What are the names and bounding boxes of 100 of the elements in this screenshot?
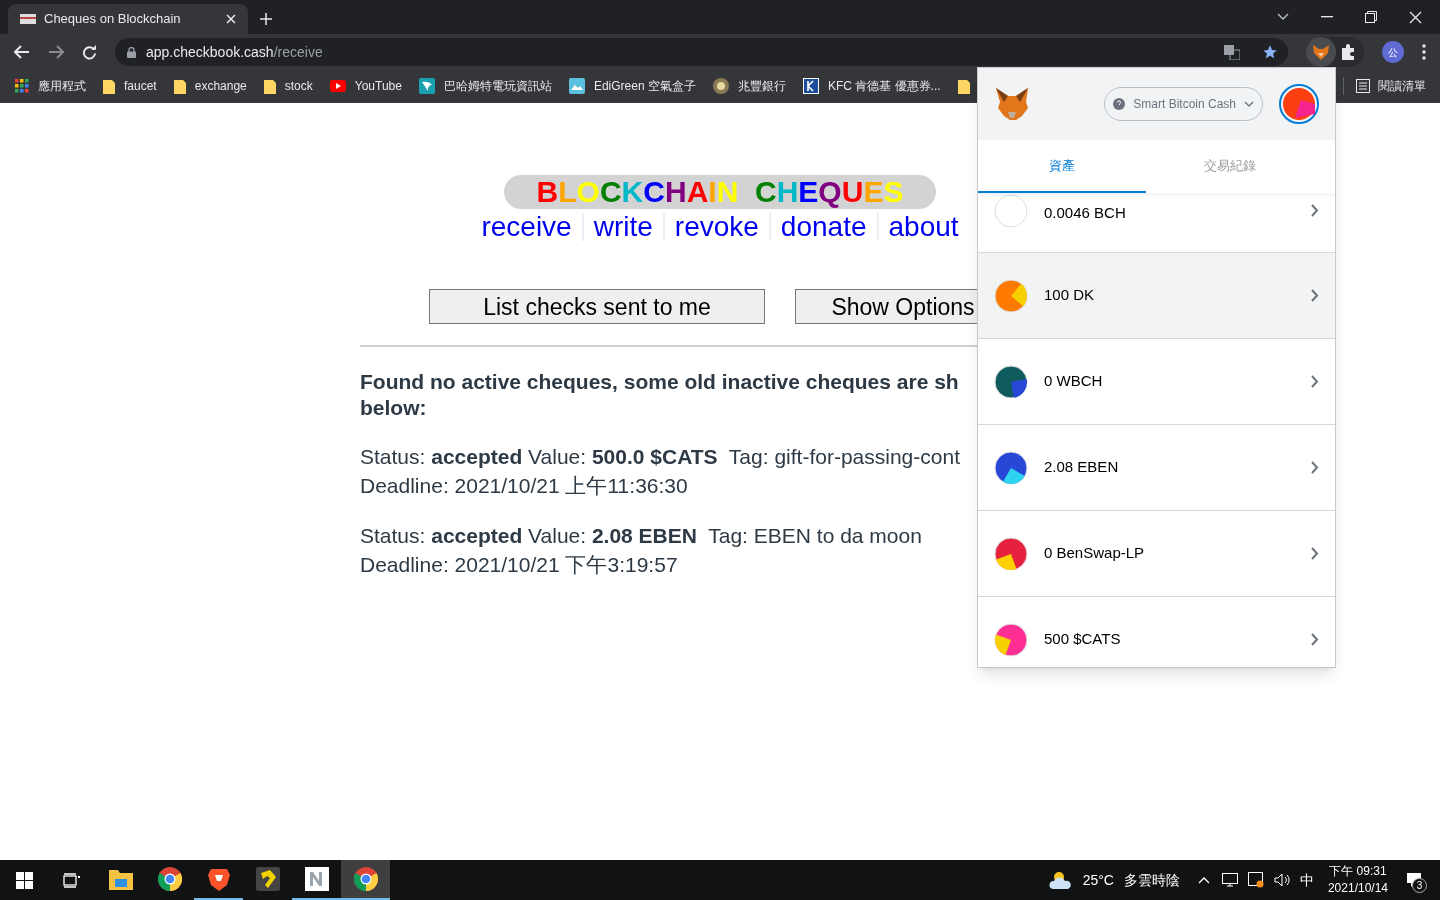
fox-logo-icon — [994, 87, 1030, 121]
nav-link[interactable]: write — [593, 210, 653, 244]
chevron-down-icon — [1244, 101, 1254, 107]
bookmark-item[interactable]: 兆豐銀行 — [712, 77, 786, 95]
cheque-entry: Status: accepted Value: 500.0 $CATS Tag: gift-for-passing-cont Deadline: 2021/10/21 上午11:36:30 — [360, 444, 960, 499]
nav-link[interactable]: revoke — [674, 210, 759, 244]
lock-icon — [127, 46, 136, 58]
extension-button[interactable] — [1306, 37, 1336, 67]
token-icon — [994, 364, 1028, 399]
token-icon — [994, 194, 1028, 228]
browser-tab[interactable]: Cheques on Blockchain — [8, 4, 248, 34]
chevron-down-icon[interactable] — [1277, 13, 1289, 21]
browser-icon — [353, 867, 378, 891]
asset-row[interactable]: 100 DK — [978, 253, 1335, 339]
close-icon[interactable] — [1409, 10, 1422, 24]
chevron-up-icon[interactable] — [1197, 876, 1210, 884]
asset-row[interactable]: 0 BenSwap-LP — [978, 511, 1335, 597]
chevron-right-icon — [1311, 375, 1319, 388]
reading-list-button[interactable]: 閱讀清單 — [1356, 77, 1426, 95]
cheque-entry: Status: accepted Value: 2.08 EBEN Tag: EBEN to da moon Deadline: 2021/10/21 下午3:19:57 — [360, 523, 922, 578]
weather-text: 多雲時陰 — [1123, 870, 1180, 890]
lion-shield-icon — [207, 867, 230, 891]
menu-icon[interactable] — [1422, 44, 1426, 60]
bookmark-item[interactable]: stock — [263, 77, 313, 95]
monitor-alert-icon[interactable] — [1247, 872, 1264, 888]
forward-icon[interactable] — [48, 45, 64, 59]
translate-icon[interactable] — [1224, 44, 1240, 60]
asset-row[interactable]: 500 $CATS — [978, 597, 1335, 667]
asset-amount: 100 DK — [1044, 285, 1096, 306]
n-tile-icon — [304, 867, 329, 891]
restore-icon[interactable] — [1365, 11, 1377, 23]
photo-icon — [568, 78, 585, 94]
asset-amount: 500 $CATS — [1044, 629, 1122, 650]
weather-icon — [1048, 870, 1073, 890]
bookmark-item[interactable]: 巴哈姆特電玩資訊站 — [418, 77, 552, 95]
star-icon[interactable] — [1262, 44, 1278, 60]
profile-avatar[interactable]: 公 — [1382, 41, 1404, 63]
token-icon — [994, 536, 1028, 571]
address-bar[interactable]: app.checkbook.cash/receive — [115, 38, 1288, 66]
coin-icon — [712, 78, 729, 94]
folder-icon — [263, 78, 276, 94]
page-favicon — [20, 14, 36, 24]
list-icon — [1356, 79, 1370, 93]
windows-start-icon[interactable] — [15, 871, 33, 889]
play-icon — [329, 80, 346, 92]
folder-icon — [173, 78, 186, 94]
bookmark-item[interactable]: 應用程式 — [15, 77, 86, 95]
close-icon[interactable] — [226, 14, 236, 24]
token-icon — [994, 278, 1028, 313]
fox-icon — [1312, 44, 1330, 60]
speaker-icon[interactable] — [1273, 873, 1290, 887]
chevron-right-icon — [1311, 547, 1319, 560]
browser-icon — [157, 867, 182, 891]
back-icon[interactable] — [14, 45, 30, 59]
apps-grid-icon — [15, 79, 29, 93]
account-avatar[interactable] — [1279, 84, 1319, 124]
bookmark-item[interactable]: KFC 肯德基 優惠券... — [802, 77, 941, 95]
network-icon[interactable] — [1221, 873, 1238, 887]
folder-icon — [103, 78, 115, 94]
folder-icon — [957, 78, 970, 94]
notification-count: 3 — [1412, 878, 1427, 893]
reload-icon[interactable] — [82, 44, 97, 60]
results-heading: Found no active cheques, some old inactive cheques are sh below: — [360, 369, 959, 421]
asset-amount: 0.0046 BCH — [1044, 203, 1127, 223]
folder-icon — [108, 868, 133, 890]
puzzle-icon[interactable] — [1340, 44, 1356, 60]
chevron-right-icon — [1311, 633, 1319, 646]
app-tile-icon — [255, 867, 280, 891]
new-tab-icon[interactable] — [260, 13, 272, 25]
nav-link[interactable]: receive — [481, 210, 572, 244]
help-circle-icon — [1113, 98, 1126, 110]
bookmark-item[interactable]: faucet — [103, 77, 157, 95]
chevron-right-icon — [1311, 289, 1319, 302]
asset-amount: 2.08 EBEN — [1044, 457, 1120, 478]
minimize-icon[interactable] — [1321, 16, 1333, 18]
nav-link[interactable]: about — [888, 210, 959, 244]
k-logo-icon — [802, 78, 819, 94]
bookmark-item[interactable] — [957, 78, 970, 94]
input-method-indicator[interactable]: 中 — [1299, 869, 1314, 891]
asset-amount: 0 WBCH — [1044, 371, 1104, 392]
tab-title: Cheques on Blockchain — [44, 10, 182, 29]
list-checks-button[interactable]: List checks sent to me — [429, 289, 765, 324]
token-icon — [994, 450, 1028, 485]
bookmark-item[interactable]: EdiGreen 空氣盒子 — [568, 77, 696, 95]
taskbar-app[interactable] — [341, 860, 390, 900]
bookmark-item[interactable]: YouTube — [329, 77, 402, 95]
url-text: app.checkbook.cash/receive — [146, 42, 324, 62]
chevron-right-icon — [1311, 461, 1319, 474]
bookmark-item[interactable]: exchange — [173, 77, 247, 95]
token-icon — [994, 622, 1028, 657]
temperature-text: 25°C — [1082, 870, 1114, 890]
nav-link[interactable]: donate — [780, 210, 867, 244]
chevron-right-icon — [1311, 204, 1319, 217]
asset-amount: 0 BenSwap-LP — [1044, 543, 1146, 564]
asset-row[interactable]: 0.0046 BCH — [978, 193, 1335, 253]
fish-icon — [418, 78, 435, 94]
asset-row[interactable]: 0 WBCH — [978, 339, 1335, 425]
asset-row[interactable]: 2.08 EBEN — [978, 425, 1335, 511]
clock[interactable]: 下午 09:31 2021/10/14 — [1327, 863, 1388, 897]
task-view-icon[interactable] — [63, 872, 81, 888]
